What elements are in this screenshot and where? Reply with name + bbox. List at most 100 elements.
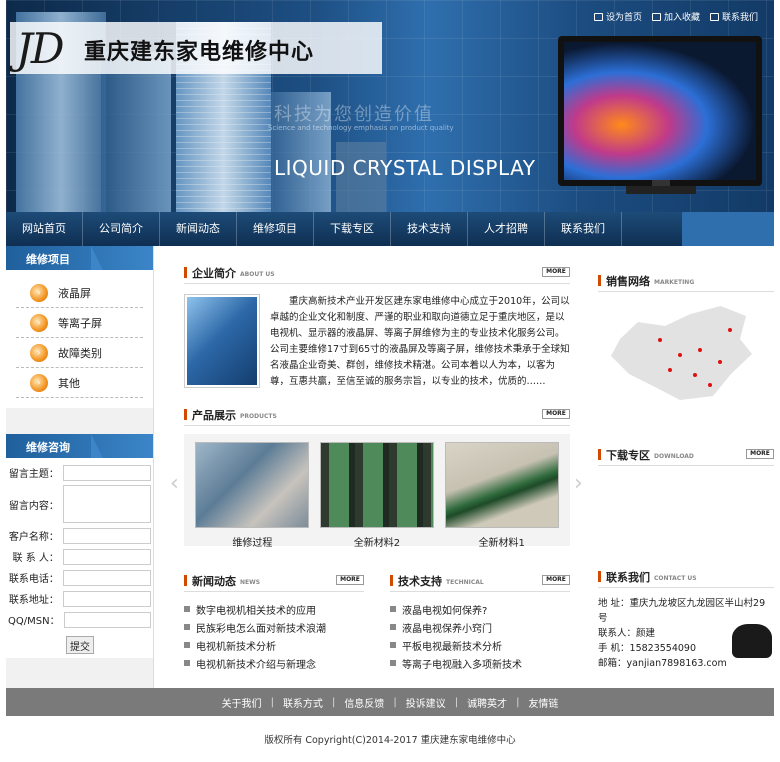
- company-photo: [184, 294, 260, 388]
- repair-item-other[interactable]: › 其他: [16, 368, 143, 398]
- qq-input[interactable]: [63, 611, 151, 628]
- news-item[interactable]: 电视机新技术分析: [184, 636, 364, 654]
- repair-header: 维修项目: [6, 246, 153, 270]
- top-links: 设为首页 加入收藏 联系我们: [593, 10, 758, 23]
- product-caption: 维修过程: [232, 538, 273, 549]
- news-header: 新闻动态 NEWS MORE: [184, 570, 364, 592]
- products-more-button[interactable]: MORE: [542, 409, 570, 419]
- nav-download[interactable]: 下载专区: [314, 212, 391, 246]
- sales-header: 销售网络 MARKETING: [598, 270, 774, 292]
- chevron-left-icon[interactable]: ‹: [170, 472, 180, 496]
- tech-title-en: TECHNICAL: [446, 579, 484, 586]
- contact-title: 联系我们: [606, 571, 650, 584]
- news-title: 新闻动态: [192, 575, 236, 588]
- repair-item-fault[interactable]: › 故障类别: [16, 338, 143, 368]
- tech-item[interactable]: 液晶电视保养小窍门: [390, 618, 570, 636]
- footer-link-contact[interactable]: 联系方式: [274, 695, 332, 710]
- footer-link-jobs[interactable]: 诚聘英才: [458, 695, 516, 710]
- bullet-icon: ›: [30, 373, 48, 392]
- site-name: 重庆建东家电维修中心: [84, 40, 315, 65]
- tech-column: 技术支持 TECHNICAL MORE 液晶电视如何保养? 液晶电视保养小窍门 平…: [390, 570, 570, 672]
- news-item[interactable]: 电视机新技术介绍与新理念: [184, 654, 364, 672]
- footer-link-feedback[interactable]: 信息反馈: [335, 695, 393, 710]
- phone-input[interactable]: [62, 569, 151, 586]
- favorite-icon: [651, 12, 661, 21]
- nav-home[interactable]: 网站首页: [6, 212, 83, 246]
- slogan-en: Science and technology emphasis on produ…: [268, 124, 454, 132]
- add-favorite-link[interactable]: 加入收藏: [651, 10, 700, 23]
- tech-item[interactable]: 液晶电视如何保养?: [390, 600, 570, 618]
- product-item[interactable]: 维修过程: [195, 442, 310, 549]
- bullet-icon: ›: [30, 313, 48, 332]
- news-item[interactable]: 数字电视机相关技术的应用: [184, 600, 364, 618]
- repair-item-plasma[interactable]: › 等离子屏: [16, 308, 143, 338]
- consult-form: 留言主题： 留言内容： 客户名称： 联 系 人： 联系电话： 联系地址： QQ/…: [6, 458, 153, 658]
- products-header: 产品展示 PRODUCTS MORE: [184, 404, 570, 426]
- nav-about[interactable]: 公司简介: [83, 212, 160, 246]
- news-more-button[interactable]: MORE: [336, 575, 364, 585]
- contact-address: 地 址：重庆九龙坡区九龙园区半山村29号: [598, 598, 766, 624]
- about-title: 企业简介: [192, 267, 236, 280]
- contact-icon: [709, 12, 719, 21]
- consult-header: 维修咨询: [6, 434, 153, 458]
- nav-contact[interactable]: 联系我们: [545, 212, 622, 246]
- download-header: 下载专区 DOWNLOAD MORE: [598, 444, 774, 466]
- telephone-icon: [732, 624, 772, 658]
- repair-item-label: 液晶屏: [58, 286, 91, 300]
- home-icon: [593, 12, 603, 21]
- repair-list: › 液晶屏 › 等离子屏 › 故障类别 › 其他: [6, 270, 153, 408]
- repair-title: 维修项目: [26, 253, 70, 266]
- customer-input[interactable]: [62, 527, 151, 544]
- bullet-icon: [390, 624, 396, 630]
- monitor-base: [626, 186, 696, 194]
- tech-title: 技术支持: [398, 575, 442, 588]
- footer-link-friends[interactable]: 友情链: [519, 695, 567, 710]
- footer-link-about[interactable]: 关于我们: [213, 695, 271, 710]
- download-title: 下载专区: [606, 449, 650, 462]
- repair-item-label: 其他: [58, 376, 80, 390]
- about-more-button[interactable]: MORE: [542, 267, 570, 277]
- set-homepage-link[interactable]: 设为首页: [593, 10, 642, 23]
- nav-jobs[interactable]: 人才招聘: [468, 212, 545, 246]
- product-image: [319, 442, 434, 528]
- download-more-button[interactable]: MORE: [746, 449, 774, 459]
- tech-item[interactable]: 等离子电视融入多项新技术: [390, 654, 570, 672]
- product-carousel: ‹ 维修过程 全新材料2 全新材料1 ›: [170, 434, 583, 549]
- bullet-icon: [184, 624, 190, 630]
- contact-person-input[interactable]: [62, 548, 151, 565]
- product-item[interactable]: 全新材料1: [444, 442, 559, 549]
- news-area: 新闻动态 NEWS MORE 数字电视机相关技术的应用 民族彩电怎么面对新技术浪潮…: [184, 570, 570, 672]
- content-textarea[interactable]: [62, 485, 151, 523]
- contact-title-en: CONTACT US: [654, 575, 697, 582]
- product-image: [195, 442, 310, 528]
- chevron-right-icon[interactable]: ›: [574, 472, 584, 496]
- nav-tech[interactable]: 技术支持: [391, 212, 468, 246]
- china-map[interactable]: [598, 298, 774, 410]
- tech-more-button[interactable]: MORE: [542, 575, 570, 585]
- product-caption: 全新材料2: [353, 538, 401, 549]
- product-caption: 全新材料1: [478, 538, 525, 549]
- building-image: [101, 52, 171, 212]
- repair-item-lcd[interactable]: › 液晶屏: [16, 278, 143, 308]
- header-banner: JD 重庆建东家电维修中心 科技为您创造价值 Science and techn…: [6, 0, 774, 212]
- product-image: [444, 442, 559, 528]
- submit-button[interactable]: 提交: [66, 636, 94, 654]
- product-item[interactable]: 全新材料2: [319, 442, 434, 549]
- repair-item-label: 故障类别: [58, 346, 102, 360]
- address-input[interactable]: [62, 590, 151, 607]
- contact-header: 联系我们 CONTACT US: [598, 566, 774, 588]
- sales-title-en: MARKETING: [654, 279, 695, 286]
- contact-person-label: 联 系 人：: [12, 553, 59, 564]
- slogan: 科技为您创造价值: [274, 104, 434, 125]
- contact-link[interactable]: 联系我们: [709, 10, 758, 23]
- news-item[interactable]: 民族彩电怎么面对新技术浪潮: [184, 618, 364, 636]
- bullet-icon: [184, 660, 190, 666]
- tech-header: 技术支持 TECHNICAL MORE: [390, 570, 570, 592]
- tech-item[interactable]: 平板电视最新技术分析: [390, 636, 570, 654]
- footer-link-complaint[interactable]: 投诉建议: [397, 695, 455, 710]
- bullet-icon: [390, 660, 396, 666]
- logo[interactable]: JD 重庆建东家电维修中心: [10, 22, 382, 74]
- subject-input[interactable]: [62, 464, 151, 481]
- nav-repair[interactable]: 维修项目: [237, 212, 314, 246]
- nav-news[interactable]: 新闻动态: [160, 212, 237, 246]
